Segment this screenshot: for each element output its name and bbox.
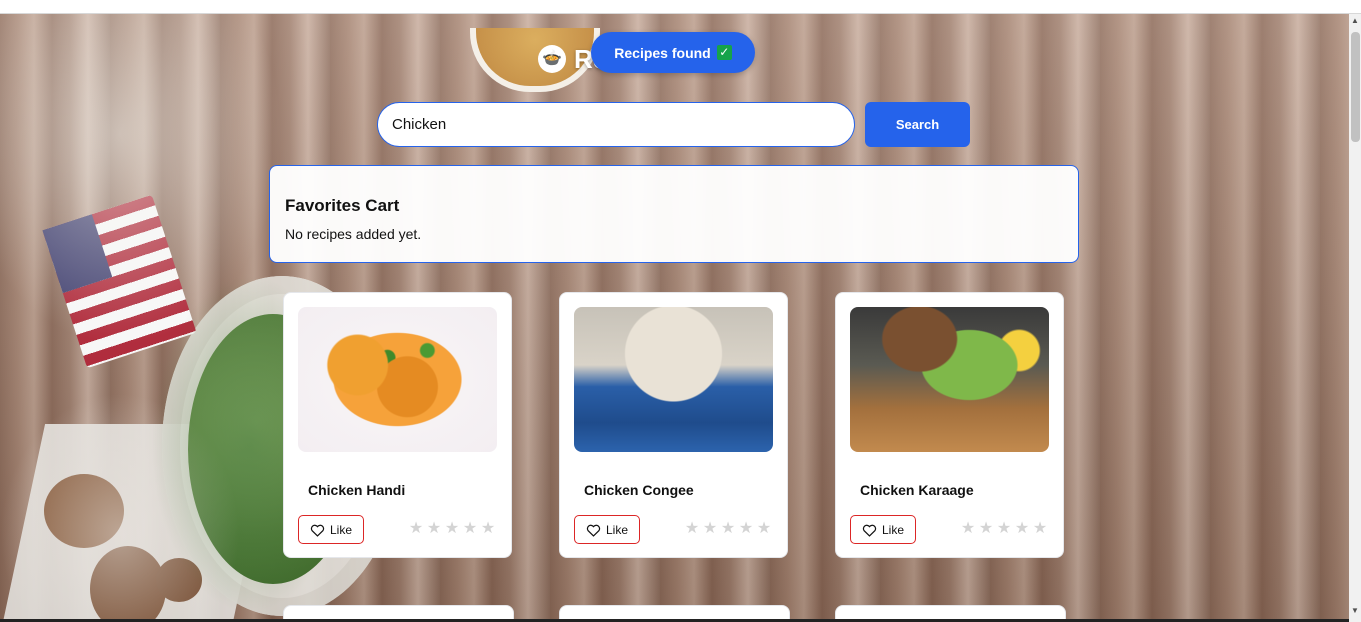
recipe-name: Chicken Handi [308, 482, 406, 498]
scrollbar-thumb[interactable] [1351, 32, 1360, 142]
recipe-image[interactable] [298, 307, 497, 452]
bowl-logo-icon: 🍲 [538, 45, 566, 73]
like-button[interactable]: Like [850, 515, 916, 544]
star-icon[interactable]: ★ [1032, 521, 1048, 537]
star-rating[interactable]: ★ ★ ★ ★ ★ [684, 521, 772, 537]
star-icon[interactable]: ★ [684, 521, 700, 537]
star-rating[interactable]: ★ ★ ★ ★ ★ [960, 521, 1048, 537]
favorites-cart-title: Favorites Cart [285, 196, 400, 215]
star-icon[interactable]: ★ [996, 521, 1012, 537]
heart-icon [586, 524, 601, 537]
scroll-up-arrow-icon[interactable]: ▲ [1349, 14, 1361, 28]
star-icon[interactable]: ★ [960, 521, 976, 537]
recipe-card[interactable]: Chicken Karaage Like ★ ★ ★ ★ ★ [835, 292, 1064, 558]
recipe-image[interactable] [850, 307, 1049, 452]
search-button[interactable]: Search [865, 102, 970, 147]
like-label: Like [329, 522, 352, 537]
like-label: Like [881, 522, 904, 537]
like-button[interactable]: Like [298, 515, 364, 544]
star-icon[interactable]: ★ [462, 521, 478, 537]
recipe-name: Chicken Karaage [860, 482, 974, 498]
star-icon[interactable]: ★ [738, 521, 754, 537]
star-icon[interactable]: ★ [756, 521, 772, 537]
recipe-card[interactable]: Chicken Congee Like ★ ★ ★ ★ ★ [559, 292, 788, 558]
star-icon[interactable]: ★ [702, 521, 718, 537]
recipe-image[interactable] [574, 307, 773, 452]
star-icon[interactable]: ★ [408, 521, 424, 537]
favorites-cart: Favorites Cart No recipes added yet. [269, 165, 1079, 263]
like-button[interactable]: Like [574, 515, 640, 544]
search-input[interactable] [377, 102, 855, 147]
star-icon[interactable]: ★ [444, 521, 460, 537]
heart-icon [310, 524, 325, 537]
star-icon[interactable]: ★ [1014, 521, 1030, 537]
toast-text: Recipes found [614, 44, 711, 61]
star-icon[interactable]: ★ [480, 521, 496, 537]
star-rating[interactable]: ★ ★ ★ ★ ★ [408, 521, 496, 537]
heart-icon [862, 524, 877, 537]
scroll-down-arrow-icon[interactable]: ▼ [1349, 604, 1361, 618]
like-label: Like [605, 522, 628, 537]
star-icon[interactable]: ★ [978, 521, 994, 537]
star-icon[interactable]: ★ [720, 521, 736, 537]
check-icon: ✓ [716, 45, 732, 60]
recipe-card[interactable]: Chicken Handi Like ★ ★ ★ ★ ★ [283, 292, 512, 558]
browser-top-strip [0, 0, 1361, 14]
recipe-name: Chicken Congee [584, 482, 694, 498]
star-icon[interactable]: ★ [426, 521, 442, 537]
recipes-found-toast: Recipes found ✓ [591, 32, 755, 73]
favorites-empty-text: No recipes added yet. [285, 226, 422, 242]
